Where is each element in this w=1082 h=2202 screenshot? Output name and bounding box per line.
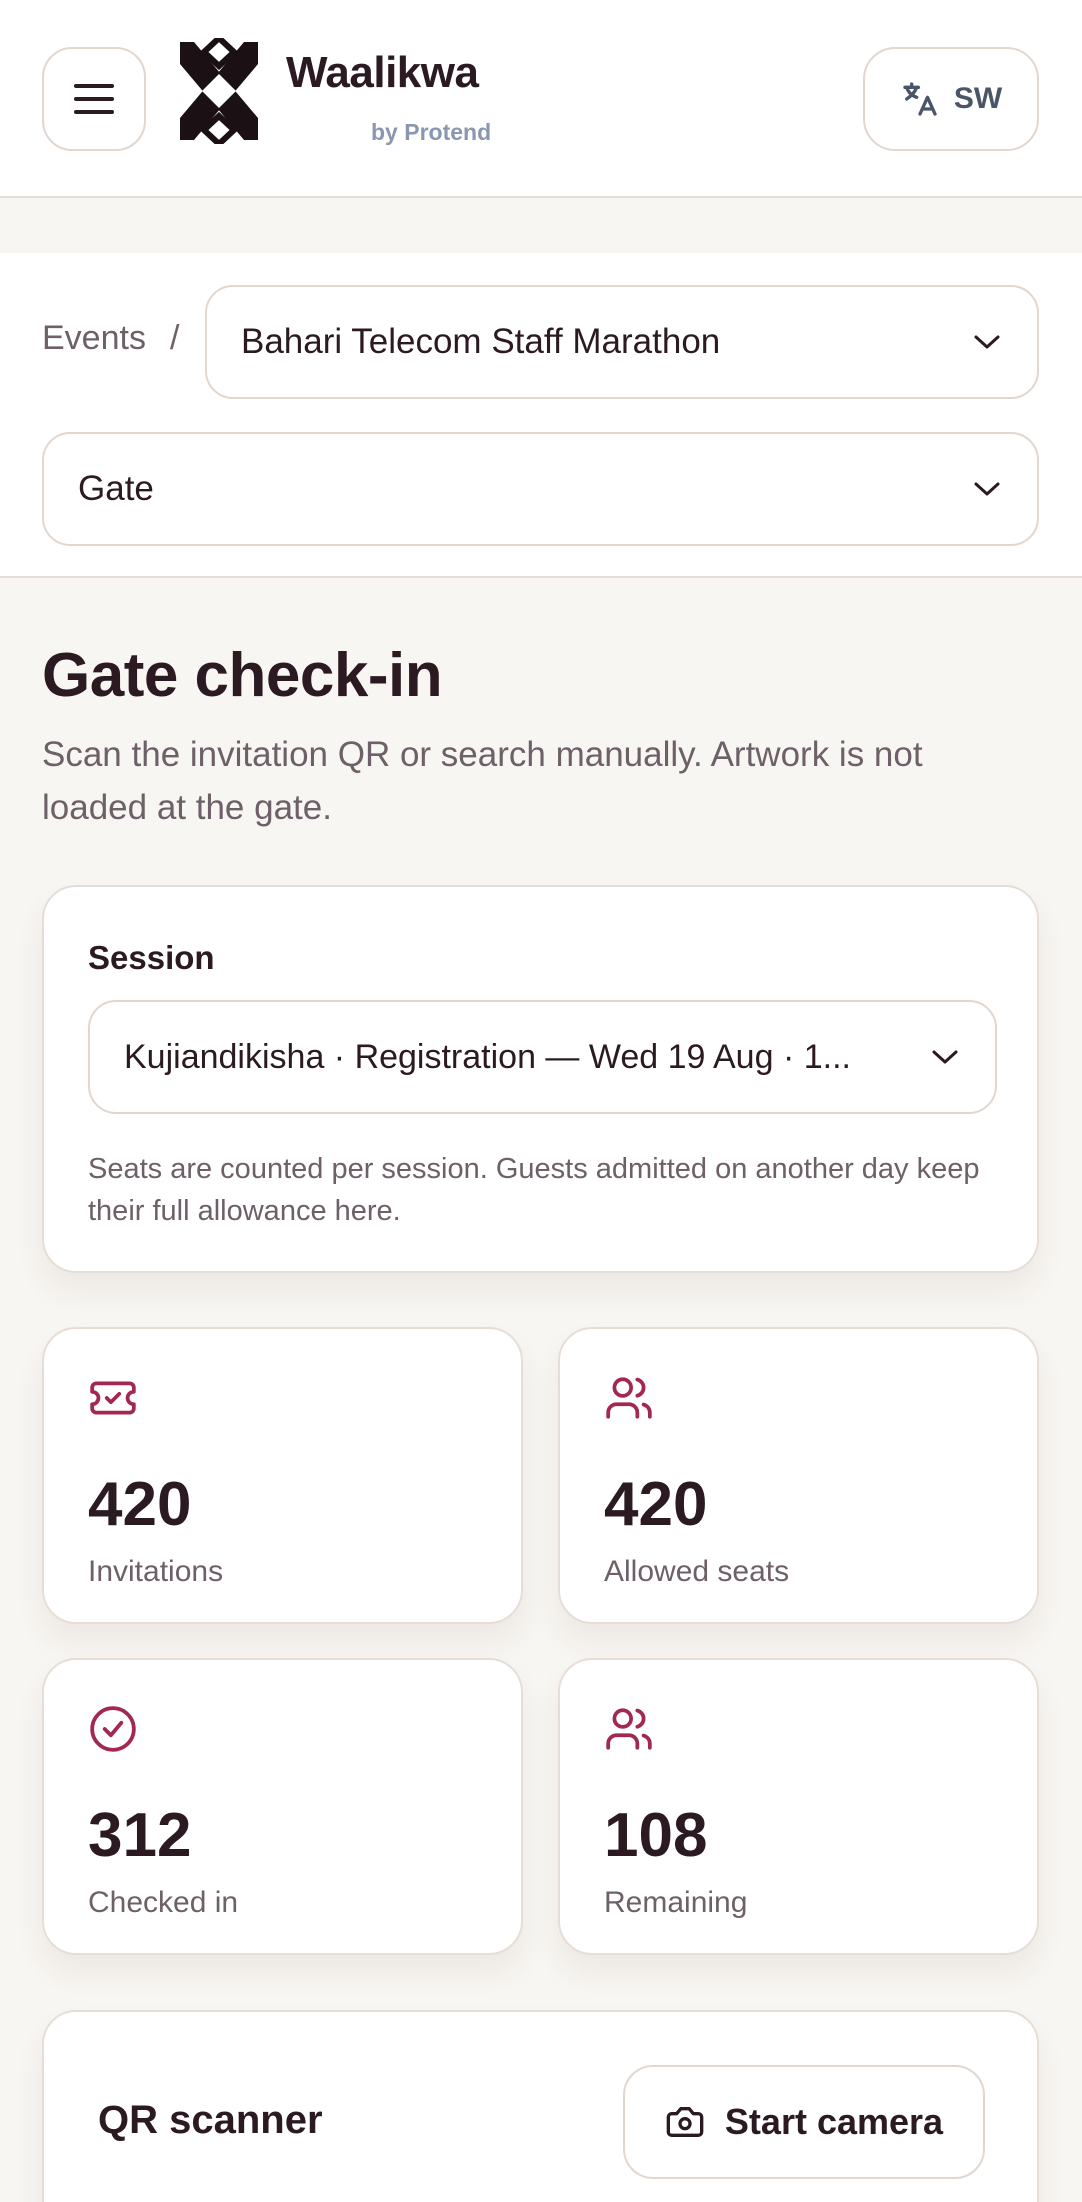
stat-value: 420 — [604, 1470, 708, 1539]
stat-value: 312 — [88, 1801, 192, 1870]
breadcrumb-events-link[interactable]: Events — [42, 319, 146, 358]
session-help-text: Seats are counted per session. Guests ad… — [88, 1153, 980, 1227]
event-select[interactable]: Bahari Telecom Staff Marathon — [205, 285, 1039, 399]
stat-label: Checked in — [88, 1886, 239, 1919]
stat-label: Allowed seats — [604, 1555, 790, 1588]
stat-label: Invitations — [88, 1555, 224, 1588]
chevron-down-icon — [932, 1050, 958, 1064]
stat-card-invitations: 420 Invitations — [42, 1327, 523, 1624]
breadcrumb-separator: / — [170, 319, 180, 357]
menu-icon — [74, 84, 114, 114]
chevron-down-icon — [974, 335, 1000, 349]
stat-card-checked-in: 312 Checked in — [42, 1658, 523, 1955]
users-icon — [606, 1377, 652, 1419]
start-camera-label: Start camera — [724, 2101, 944, 2142]
page-title: Gate check-in — [42, 641, 443, 710]
gate-select[interactable]: Gate — [42, 432, 1039, 546]
page-description: Scan the invitation QR or search manuall… — [42, 735, 923, 827]
scanner-title: QR scanner — [98, 2098, 323, 2142]
language-label: SW — [953, 82, 1003, 115]
session-select-value: Kujiandikisha · Registration — Wed 19 Au… — [124, 1037, 851, 1076]
ticket-check-icon — [90, 1381, 136, 1415]
session-label: Session — [88, 939, 215, 976]
gate-select-value: Gate — [78, 469, 154, 508]
start-camera-button[interactable]: Start camera — [623, 2065, 985, 2179]
stat-value: 108 — [604, 1801, 708, 1870]
app-header: Waalikwa by Protend SW — [0, 0, 1082, 198]
header-spacer — [0, 200, 1082, 253]
chevron-down-icon — [974, 482, 1000, 496]
stat-label: Remaining — [604, 1886, 748, 1919]
brand-name: Waalikwa — [286, 48, 479, 97]
session-select[interactable]: Kujiandikisha · Registration — Wed 19 Au… — [88, 1000, 997, 1114]
menu-button[interactable] — [42, 47, 146, 151]
language-button[interactable]: SW — [863, 47, 1039, 151]
check-circle-icon — [90, 1706, 136, 1752]
session-card: Session Kujiandikisha · Registration — W… — [42, 885, 1039, 1273]
event-select-value: Bahari Telecom Staff Marathon — [241, 322, 721, 361]
camera-icon — [666, 2107, 704, 2137]
brand-subtitle: by Protend — [371, 119, 492, 145]
qr-scanner-card: QR scanner Start camera — [42, 2010, 1039, 2202]
context-picker: Events / Bahari Telecom Staff Marathon G… — [0, 253, 1082, 578]
stat-card-allowed-seats: 420 Allowed seats — [558, 1327, 1039, 1624]
stat-card-remaining: 108 Remaining — [558, 1658, 1039, 1955]
users-icon — [606, 1708, 652, 1750]
stat-value: 420 — [88, 1470, 192, 1539]
translate-icon — [903, 82, 937, 116]
waalikwa-logo — [180, 38, 258, 144]
